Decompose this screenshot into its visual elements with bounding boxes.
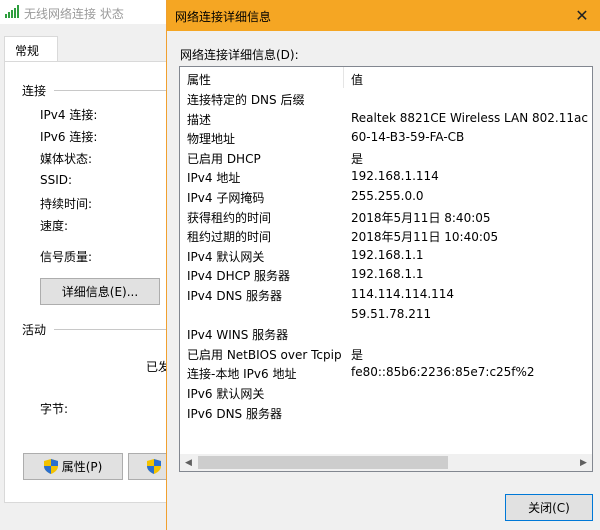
row-property: IPv4 地址 <box>187 171 241 186</box>
duration-label: 持续时间: <box>40 197 93 211</box>
disable-button[interactable] <box>128 453 170 480</box>
row-property: IPv6 默认网关 <box>187 386 265 401</box>
speed-label: 速度: <box>40 219 69 233</box>
row-property: IPv6 DNS 服务器 <box>187 406 282 421</box>
list-item[interactable]: 物理地址 60-14-B3-59-FA-CB <box>180 127 592 147</box>
list-item[interactable]: IPv4 DNS 服务器 114.114.114.114 <box>180 284 592 304</box>
row-property: 描述 <box>187 112 212 127</box>
list-item[interactable]: 获得租约的时间 2018年5月11日 8:40:05 <box>180 206 592 226</box>
properties-button-label: 属性(P) <box>61 460 103 474</box>
ipv6-connectivity-label: IPv6 连接: <box>40 130 98 144</box>
row-property: IPv4 默认网关 <box>187 249 265 264</box>
list-rows: 连接特定的 DNS 后缀 描述 Realtek 8821CE Wireless L… <box>180 88 592 421</box>
row-property: 获得租约的时间 <box>187 210 272 225</box>
bytes-label: 字节: <box>40 402 69 416</box>
media-state-label: 媒体状态: <box>40 152 93 166</box>
row-property: 已启用 DHCP <box>187 151 261 166</box>
list-item[interactable]: 描述 Realtek 8821CE Wireless LAN 802.11ac P… <box>180 108 592 128</box>
list-item[interactable]: 连接-本地 IPv6 地址 fe80::85b6:2236:85e7:c25f%2 <box>180 362 592 382</box>
row-property: IPv4 子网掩码 <box>187 190 265 205</box>
list-item[interactable]: IPv4 默认网关 192.168.1.1 <box>180 245 592 265</box>
close-icon[interactable]: ✕ <box>569 3 595 27</box>
row-value: 114.114.114.114 <box>351 286 455 301</box>
row-value: 是 <box>351 347 364 362</box>
row-property: 租约过期的时间 <box>187 230 272 245</box>
signal-bars-icon <box>5 5 19 18</box>
list-item[interactable]: 已启用 NetBIOS over Tcpip 是 <box>180 343 592 363</box>
row-value: fe80::85b6:2236:85e7:c25f%2 <box>351 365 535 380</box>
tab-general-label: 常规 <box>15 44 40 58</box>
list-header: 属性 值 <box>180 67 592 88</box>
row-value: 255.255.0.0 <box>351 188 424 203</box>
row-value: Realtek 8821CE Wireless LAN 802.11ac PC <box>351 110 593 125</box>
signal-quality-label: 信号质量: <box>40 250 93 264</box>
details-list[interactable]: 属性 值 连接特定的 DNS 后缀 描述 Realtek 8821CE Wirel… <box>179 66 593 472</box>
row-property: 已启用 NetBIOS over Tcpip <box>187 347 342 362</box>
dialog-titlebar: 网络连接详细信息 ✕ <box>167 0 600 31</box>
ssid-label: SSID: <box>40 173 73 187</box>
tab-general[interactable]: 常规 <box>4 36 58 62</box>
scroll-right-icon[interactable]: ▶ <box>575 454 592 471</box>
details-button-label: 详细信息(E)... <box>61 285 139 299</box>
column-value-label: 值 <box>351 73 364 87</box>
list-item[interactable]: IPv4 地址 192.168.1.114 <box>180 166 592 186</box>
activity-divider <box>54 329 166 330</box>
list-item[interactable]: IPv4 WINS 服务器 <box>180 323 592 343</box>
column-header-property[interactable]: 属性 <box>180 67 344 88</box>
list-item[interactable]: IPv4 子网掩码 255.255.0.0 <box>180 186 592 206</box>
status-window-titlebar: 无线网络连接 状态 <box>0 0 170 24</box>
list-item[interactable]: 租约过期的时间 2018年5月11日 10:40:05 <box>180 225 592 245</box>
row-value: 192.168.1.114 <box>351 169 439 184</box>
list-item[interactable]: IPv4 DHCP 服务器 192.168.1.1 <box>180 264 592 284</box>
row-value: 是 <box>351 151 364 166</box>
list-item[interactable]: IPv6 默认网关 <box>180 382 592 402</box>
scroll-left-icon[interactable]: ◀ <box>180 454 197 471</box>
row-property: 物理地址 <box>187 132 236 147</box>
status-window-title: 无线网络连接 状态 <box>24 7 124 21</box>
close-button-label: 关闭(C) <box>528 501 570 515</box>
column-property-label: 属性 <box>187 73 212 87</box>
row-property: IPv4 DNS 服务器 <box>187 288 282 303</box>
details-button[interactable]: 详细信息(E)... <box>40 278 160 305</box>
list-item[interactable]: 59.51.78.211 <box>180 304 592 324</box>
row-property: 连接-本地 IPv6 地址 <box>187 367 297 382</box>
row-property: IPv4 DHCP 服务器 <box>187 269 291 284</box>
connection-divider <box>54 90 166 91</box>
row-property: IPv4 WINS 服务器 <box>187 328 289 343</box>
shield-icon <box>43 459 58 474</box>
close-button[interactable]: 关闭(C) <box>505 494 593 521</box>
row-value: 192.168.1.1 <box>351 247 424 262</box>
row-value: 192.168.1.1 <box>351 267 424 282</box>
shield-icon <box>147 459 161 474</box>
row-property: 连接特定的 DNS 后缀 <box>187 93 305 107</box>
list-item[interactable]: 已启用 DHCP 是 <box>180 147 592 167</box>
activity-section-label: 活动 <box>22 323 47 337</box>
horizontal-scrollbar[interactable]: ◀ ▶ <box>180 454 592 471</box>
row-value: 60-14-B3-59-FA-CB <box>351 130 465 145</box>
connection-section-label: 连接 <box>22 84 47 98</box>
row-value: 59.51.78.211 <box>351 306 432 321</box>
properties-button[interactable]: 属性(P) <box>23 453 123 480</box>
row-value: 2018年5月11日 8:40:05 <box>351 210 491 225</box>
list-item[interactable]: 连接特定的 DNS 后缀 <box>180 88 592 108</box>
network-details-dialog: 网络连接详细信息 ✕ 网络连接详细信息(D): 属性 值 连接特定的 DNS 后… <box>166 0 600 530</box>
ipv4-connectivity-label: IPv4 连接: <box>40 108 98 122</box>
details-caption: 网络连接详细信息(D): <box>180 48 299 62</box>
scrollbar-thumb[interactable] <box>198 456 448 469</box>
row-value: 2018年5月11日 10:40:05 <box>351 230 499 245</box>
dialog-title: 网络连接详细信息 <box>175 10 272 24</box>
list-item[interactable]: IPv6 DNS 服务器 <box>180 402 592 422</box>
